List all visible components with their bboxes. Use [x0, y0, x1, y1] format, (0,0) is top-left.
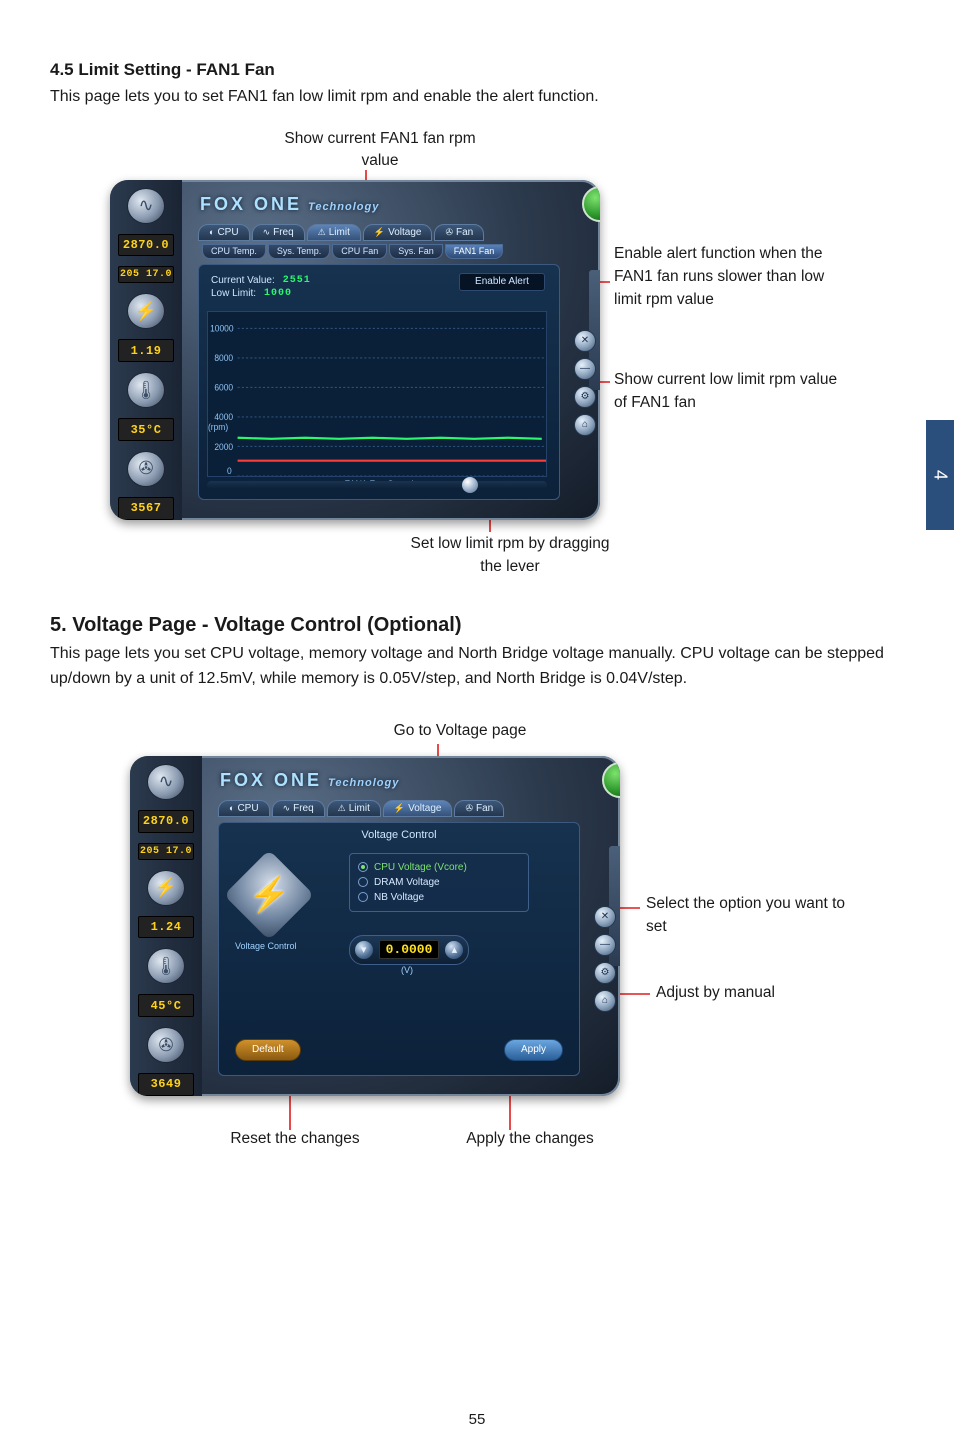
home-icon[interactable]: ⌂ [574, 414, 596, 436]
opt-dram-voltage[interactable]: DRAM Voltage [358, 875, 520, 890]
voltage-panel: Voltage Control ⚡ Voltage Control CPU Vo… [218, 822, 580, 1076]
section-body-2: This page lets you set CPU voltage, memo… [50, 641, 904, 692]
voltage-control-label: Voltage Control [235, 941, 297, 951]
svg-text:2000: 2000 [214, 441, 233, 451]
callout-goto-voltage: Go to Voltage page [360, 722, 560, 740]
spin-down-button[interactable]: ▾ [355, 941, 373, 959]
app-window-voltage: ∿ 2870.0 205 17.0 ⚡ 1.24 🌡 45°C ✇ 3649 F… [130, 756, 620, 1096]
tab-cpu[interactable]: ◐CPU [218, 800, 270, 817]
main-tabs: ◐CPU ∿Freq ⚠Limit ⚡Voltage ✇Fan [198, 224, 484, 241]
section-body: This page lets you to set FAN1 fan low l… [50, 84, 904, 110]
led-fan: 3649 [138, 1073, 194, 1096]
close-icon[interactable]: ✕ [574, 330, 596, 352]
opt-nb-voltage[interactable]: NB Voltage [358, 890, 520, 905]
tab-limit[interactable]: ⚠Limit [327, 800, 381, 817]
led-temp: 45°C [138, 994, 194, 1017]
app-window-fan: ∿ 2870.0 205 17.0 ⚡ 1.19 🌡 35°C ✇ 3567 F… [110, 180, 600, 520]
tab-freq[interactable]: ∿Freq [272, 800, 325, 817]
subtab-sysfan[interactable]: Sys. Fan [389, 244, 443, 259]
opt-cpu-voltage[interactable]: CPU Voltage (Vcore) [358, 860, 520, 875]
power-ring[interactable] [602, 762, 620, 798]
callout-show-current-fan1: Show current FAN1 fan rpm value [270, 128, 490, 173]
section-heading-2: 5. Voltage Page - Voltage Control (Optio… [50, 614, 904, 637]
app-title: FOX ONETechnology [200, 194, 379, 215]
led-freq: 2870.0 [118, 234, 174, 257]
freq-knob[interactable]: ∿ [147, 764, 185, 800]
tab-freq[interactable]: ∿Freq [252, 224, 305, 241]
apply-button[interactable]: Apply [504, 1039, 563, 1061]
bolt-icon: ⚡ [224, 850, 315, 941]
default-button[interactable]: Default [235, 1039, 301, 1061]
tab-voltage[interactable]: ⚡Voltage [383, 800, 453, 817]
led-bus: 205 17.0 [138, 843, 194, 860]
subtab-cpufan[interactable]: CPU Fan [332, 244, 387, 259]
minimize-icon[interactable]: — [574, 358, 596, 380]
spin-value: 0.0000 [379, 940, 440, 959]
side-buttons: ✕ — ⚙ ⌂ [594, 906, 616, 1012]
voltage-spinner: ▾ 0.0000 ▴ [349, 935, 469, 965]
tab-voltage[interactable]: ⚡Voltage [363, 224, 433, 241]
svg-text:0: 0 [227, 465, 232, 475]
callout-reset-changes: Reset the changes [200, 1130, 390, 1148]
app-title: FOX ONETechnology [220, 770, 399, 791]
fan-knob[interactable]: ✇ [147, 1027, 185, 1063]
led-bus: 205 17.0 [118, 266, 174, 283]
voltage-unit: (V) [401, 965, 413, 975]
section-heading: 4.5 Limit Setting - FAN1 Fan [50, 60, 904, 80]
led-freq: 2870.0 [138, 810, 194, 833]
volt-knob[interactable]: ⚡ [147, 870, 185, 906]
temp-knob[interactable]: 🌡 [147, 948, 185, 984]
settings-icon[interactable]: ⚙ [574, 386, 596, 408]
fan-chart: 10000 8000 6000 4000 2000 0 (rpm) [207, 311, 547, 477]
voltage-options: CPU Voltage (Vcore) DRAM Voltage NB Volt… [349, 853, 529, 912]
tab-fan[interactable]: ✇Fan [434, 224, 484, 241]
slider-thumb[interactable] [462, 477, 478, 493]
figure-1: Show current FAN1 fan rpm value ∿ 2870.0… [50, 134, 904, 554]
left-gauge-rail: ∿ 2870.0 205 17.0 ⚡ 1.19 🌡 35°C ✇ 3567 [110, 180, 182, 520]
svg-text:10000: 10000 [210, 323, 234, 333]
svg-text:8000: 8000 [214, 353, 233, 363]
power-ring[interactable] [582, 186, 600, 222]
spin-up-button[interactable]: ▴ [445, 941, 463, 959]
led-volt: 1.24 [138, 916, 194, 939]
tab-cpu[interactable]: ◐CPU [198, 224, 250, 241]
tab-limit[interactable]: ⚠Limit [307, 224, 361, 241]
minimize-icon[interactable]: — [594, 934, 616, 956]
svg-text:(rpm): (rpm) [208, 422, 228, 432]
sub-tabs: CPU Temp. Sys. Temp. CPU Fan Sys. Fan FA… [202, 244, 503, 259]
figure-2: Go to Voltage page ∿ 2870.0 205 17.0 ⚡ 1… [50, 722, 904, 1152]
chapter-tab: 4 [926, 420, 954, 530]
volt-knob[interactable]: ⚡ [127, 293, 165, 329]
voltage-title: Voltage Control [231, 829, 567, 841]
subtab-cputemp[interactable]: CPU Temp. [202, 244, 266, 259]
fan-panel: Current Value:2551 Low Limit:1000 Enable… [198, 264, 560, 500]
callout-adjust-manual: Adjust by manual [656, 984, 856, 1002]
callout-low-limit: Show current low limit rpm value of FAN1… [614, 368, 854, 415]
page-number: 55 [0, 1411, 954, 1428]
close-icon[interactable]: ✕ [594, 906, 616, 928]
home-icon[interactable]: ⌂ [594, 990, 616, 1012]
subtab-systemp[interactable]: Sys. Temp. [268, 244, 330, 259]
led-temp: 35°C [118, 418, 174, 441]
left-gauge-rail-2: ∿ 2870.0 205 17.0 ⚡ 1.24 🌡 45°C ✇ 3649 [130, 756, 202, 1096]
svg-text:4000: 4000 [214, 412, 233, 422]
tab-fan[interactable]: ✇Fan [454, 800, 504, 817]
svg-text:6000: 6000 [214, 382, 233, 392]
low-limit-slider[interactable] [207, 481, 547, 489]
enable-alert-button[interactable]: Enable Alert [459, 273, 545, 291]
callout-drag-lever: Set low limit rpm by dragging the lever [410, 532, 610, 579]
led-volt: 1.19 [118, 339, 174, 362]
freq-knob[interactable]: ∿ [127, 188, 165, 224]
fan-knob[interactable]: ✇ [127, 451, 165, 487]
callout-select-option: Select the option you want to set [646, 892, 846, 939]
callout-enable-alert: Enable alert function when the FAN1 fan … [614, 242, 854, 312]
callout-apply-changes: Apply the changes [440, 1130, 620, 1148]
subtab-fan1fan[interactable]: FAN1 Fan [445, 244, 504, 259]
side-buttons: ✕ — ⚙ ⌂ [574, 330, 596, 436]
main-tabs: ◐CPU ∿Freq ⚠Limit ⚡Voltage ✇Fan [218, 800, 504, 817]
led-fan: 3567 [118, 497, 174, 520]
settings-icon[interactable]: ⚙ [594, 962, 616, 984]
temp-knob[interactable]: 🌡 [127, 372, 165, 408]
